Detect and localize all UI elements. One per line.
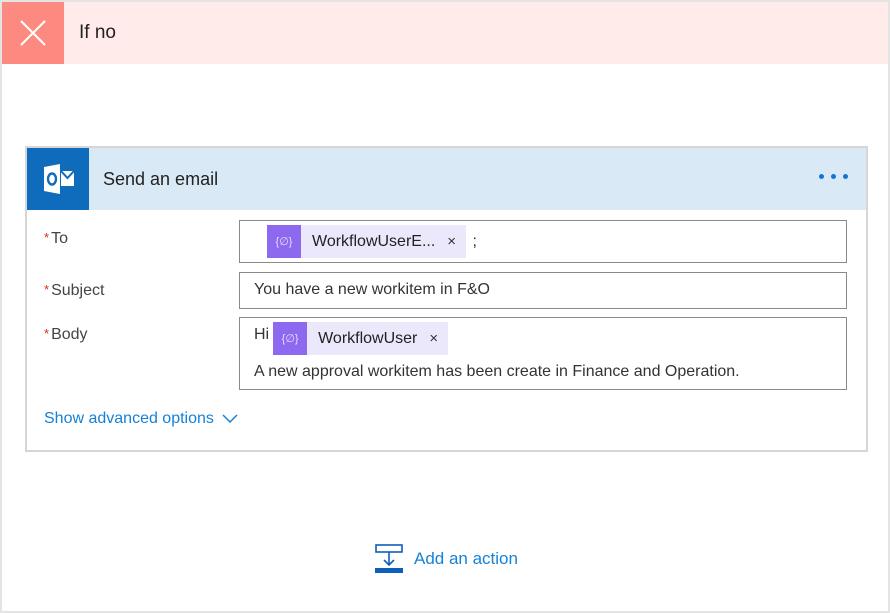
more-options-icon (819, 174, 824, 179)
more-dot (831, 174, 836, 179)
body-label: * Body (44, 326, 88, 344)
required-mark: * (44, 282, 50, 297)
to-field[interactable]: {∅} WorkflowUserE... × ; (239, 220, 847, 263)
close-x-icon (2, 2, 64, 64)
branch-title: If no (79, 22, 116, 43)
token-label: WorkflowUser (318, 329, 418, 347)
add-action-label: Add an action (414, 549, 518, 568)
more-dot (843, 174, 848, 179)
dynamic-content-icon: {∅} (267, 225, 301, 258)
send-email-action-card: Send an email * To {∅} WorkflowUserE... ×… (25, 146, 868, 452)
to-label-text: To (51, 230, 68, 247)
action-title: Send an email (103, 168, 219, 189)
show-advanced-options-link[interactable]: Show advanced options (44, 410, 238, 428)
body-input[interactable]: Hi {∅} WorkflowUser × A new approval wor… (239, 317, 847, 390)
dynamic-content-icon: {∅} (273, 322, 308, 355)
body-prefix-text: Hi (254, 325, 270, 343)
to-separator: ; (472, 232, 477, 250)
add-action-button[interactable]: Add an action (374, 544, 518, 574)
remove-token-button[interactable]: × (429, 330, 438, 347)
remove-token-button[interactable]: × (447, 233, 456, 250)
to-token[interactable]: {∅} WorkflowUserE... × (267, 225, 467, 258)
branch-header[interactable]: If no (2, 2, 888, 64)
subject-input[interactable]: You have a new workitem in F&O (239, 272, 847, 309)
more-options-button[interactable] (815, 170, 852, 183)
subject-label: * Subject (44, 282, 104, 300)
outlook-icon (27, 148, 89, 210)
body-token[interactable]: {∅} WorkflowUser × (273, 322, 449, 355)
advanced-options-label: Show advanced options (44, 410, 214, 427)
body-line-2: A new approval workitem has been create … (254, 363, 740, 380)
add-action-icon (375, 544, 403, 573)
chevron-down-icon (222, 414, 238, 424)
action-card-header[interactable]: Send an email (27, 148, 866, 210)
body-label-text: Body (51, 326, 88, 343)
to-label: * To (44, 230, 68, 248)
required-mark: * (44, 230, 50, 245)
required-mark: * (44, 326, 50, 341)
subject-label-text: Subject (51, 282, 105, 299)
token-label: WorkflowUserE... (312, 232, 436, 250)
